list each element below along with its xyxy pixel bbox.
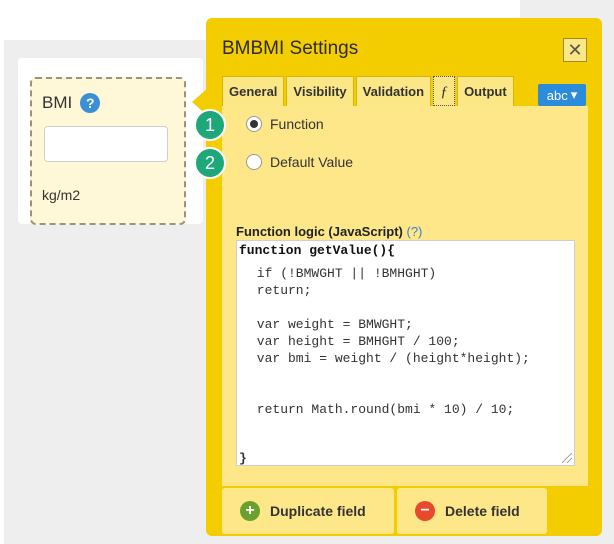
- close-icon[interactable]: ✕: [563, 38, 587, 62]
- resize-handle[interactable]: [562, 453, 572, 463]
- delete-field-button[interactable]: − Delete field: [397, 488, 547, 534]
- tab-function[interactable]: ƒ: [433, 76, 456, 106]
- radio-button-default[interactable]: [246, 154, 262, 170]
- function-logic-label: Function logic (JavaScript): [236, 224, 403, 239]
- field-label: BMI: [42, 93, 73, 112]
- radio-selected-dot: [250, 120, 258, 128]
- help-icon[interactable]: ?: [80, 93, 101, 113]
- bmi-input[interactable]: [44, 126, 168, 162]
- duplicate-field-button[interactable]: + Duplicate field: [222, 488, 394, 534]
- panel-title: BMBMI Settings: [222, 38, 359, 59]
- function-logic-title: Function logic (JavaScript) (?): [236, 224, 422, 239]
- settings-tabs: General Visibility Validation ƒ Output: [222, 76, 516, 106]
- duplicate-field-label: Duplicate field: [270, 503, 366, 519]
- radio-label-function: Function: [270, 116, 324, 132]
- code-closing-brace: }: [239, 451, 247, 466]
- abc-label: abc: [546, 87, 568, 103]
- step-badge-1: 1: [194, 109, 226, 141]
- radio-label-default: Default Value: [270, 154, 354, 170]
- field-label-row: BMI ?: [42, 93, 101, 113]
- tab-output[interactable]: Output: [457, 76, 514, 106]
- function-help-link[interactable]: (?): [406, 224, 422, 239]
- chevron-down-icon: ▾: [570, 87, 578, 102]
- radio-default-value[interactable]: Default Value: [246, 154, 353, 170]
- minus-circle-icon: −: [415, 501, 435, 521]
- code-header-line: function getValue(){: [239, 243, 396, 258]
- tab-general[interactable]: General: [222, 76, 285, 106]
- radio-button-function[interactable]: [246, 116, 262, 132]
- field-unit: kg/m2: [42, 187, 81, 203]
- function-code-editor[interactable]: function getValue(){ if (!BMWGHT || !BMH…: [236, 240, 575, 466]
- abc-dropdown-button[interactable]: abc ▾: [538, 84, 586, 106]
- tab-content: 1 Function 2 Default Value Function logi…: [194, 106, 588, 486]
- tab-visibility[interactable]: Visibility: [286, 76, 354, 106]
- bmi-field-selected[interactable]: BMI ? kg/m2: [30, 77, 186, 225]
- step-badge-2: 2: [194, 147, 226, 179]
- delete-field-label: Delete field: [445, 503, 520, 519]
- field-card[interactable]: BMI ? kg/m2: [18, 58, 203, 225]
- radio-function[interactable]: Function: [246, 116, 324, 132]
- settings-panel: BMBMI Settings ✕ General Visibility Vali…: [194, 18, 602, 536]
- code-body: if (!BMWGHT || !BMHGHT) return; var weig…: [256, 266, 530, 417]
- plus-circle-icon: +: [240, 501, 260, 521]
- tab-validation[interactable]: Validation: [355, 76, 432, 106]
